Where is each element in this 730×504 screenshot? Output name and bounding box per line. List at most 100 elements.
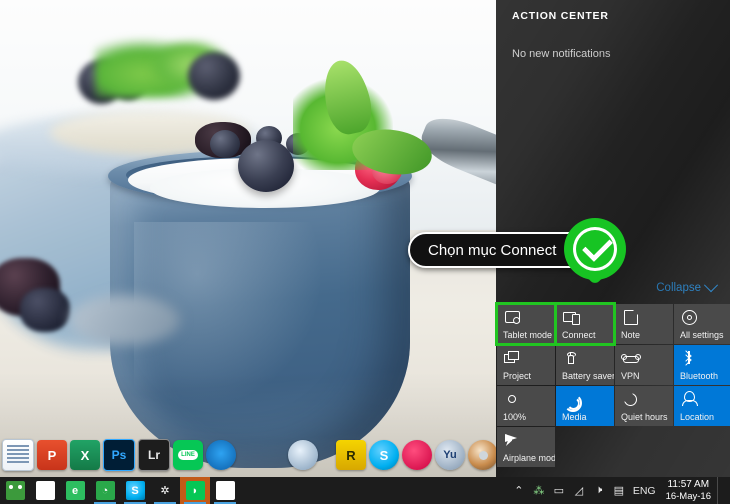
store-icon: ⊞	[35, 481, 55, 500]
language-indicator[interactable]: ENG	[629, 485, 664, 497]
collapse-button[interactable]: Collapse	[656, 278, 719, 294]
dock-icon-lightroom-app[interactable]: Lr	[138, 439, 170, 471]
desktop-screen: P X Ps Lr LINE R S Yu G PDF ACTION CENTE…	[0, 0, 730, 504]
dock-icon-skype-app[interactable]: S	[369, 440, 399, 470]
dock-label-revo: R	[346, 447, 356, 463]
quick-action-label: Airplane mode	[503, 453, 555, 463]
skype-icon: S	[125, 481, 145, 500]
dock-label-photoshop: Ps	[111, 448, 127, 462]
quick-actions-grid: Tablet mode Connect Note All settings Pr…	[495, 302, 730, 467]
quick-action-label: 100%	[503, 412, 527, 422]
quick-action-label: Location	[680, 412, 715, 422]
skype-letter: S	[131, 484, 139, 497]
quick-action-note[interactable]: Note	[615, 304, 673, 344]
taskbar-line-button[interactable]: ◗	[180, 477, 210, 504]
quick-action-all-settings[interactable]: All settings	[674, 304, 730, 344]
word-icon: W	[215, 481, 235, 500]
dock-icon-document-app[interactable]	[2, 439, 34, 471]
quick-action-label: Tablet mode	[503, 330, 553, 340]
wifi-icon[interactable]: ◿	[569, 477, 589, 504]
quick-action-empty-slot	[615, 427, 673, 467]
dock-icon-teamviewer-app[interactable]	[206, 440, 236, 470]
no-notifications-text: No new notifications	[512, 48, 611, 60]
taskbar: ⊞ e ◔ S ✲ ◗ W ⌃ ⁂ ▭ ◿ 🕨 ▤ ENG 11:57 AM 1…	[0, 477, 730, 504]
quick-action-empty-slot	[556, 427, 614, 467]
taskbar-word-button[interactable]: W	[210, 477, 240, 504]
dock-label-line: LINE	[178, 450, 198, 460]
show-desktop-button[interactable]	[717, 477, 724, 504]
location-icon	[681, 391, 698, 407]
airplane-icon	[504, 432, 520, 448]
dock-icon-photoshop-app[interactable]: Ps	[103, 439, 135, 471]
project-icon	[504, 350, 520, 366]
note-icon	[622, 309, 638, 325]
network-share-icon[interactable]: ⁂	[529, 477, 549, 504]
tablet-mode-icon	[504, 309, 520, 325]
quick-action-media[interactable]: Media	[556, 386, 614, 426]
volume-muted-icon[interactable]: 🕨	[589, 477, 609, 504]
connect-icon	[563, 309, 580, 325]
check-circle-marker	[564, 218, 626, 294]
dock-label-skype: S	[379, 447, 389, 463]
quick-action-label: Connect	[562, 330, 596, 340]
dock-label-excel: X	[80, 447, 90, 463]
dock-icon-red-app[interactable]	[402, 440, 432, 470]
bluetooth-icon	[680, 350, 697, 366]
clock[interactable]: 11:57 AM 16-May-16	[664, 479, 717, 503]
quick-action-label: Battery saver	[562, 371, 614, 381]
dock-icon-revo-app[interactable]: R	[336, 440, 366, 470]
quick-action-quiet-hours[interactable]: Quiet hours	[615, 386, 673, 426]
quick-action-label: Media	[562, 412, 587, 422]
taskbar-evernote-button[interactable]: e	[60, 477, 90, 504]
taskbar-apps: ⊞ e ◔ S ✲ ◗ W	[0, 477, 240, 504]
quick-action-label: VPN	[621, 371, 640, 381]
dock-label-powerpoint: P	[47, 447, 57, 463]
taskbar-skype-button[interactable]: S	[120, 477, 150, 504]
taskbar-settings-button[interactable]: ✲	[150, 477, 180, 504]
dock-label-yu: Yu	[443, 449, 457, 461]
quick-action-project[interactable]: Project	[497, 345, 555, 385]
quick-action-label: Project	[503, 371, 532, 381]
clock-time: 11:57 AM	[667, 478, 710, 490]
quick-action-brightness[interactable]: 100%	[497, 386, 555, 426]
quick-action-label: All settings	[680, 330, 724, 340]
dock-label-lightroom: Lr	[148, 448, 160, 462]
quick-action-tablet-mode[interactable]: Tablet mode	[495, 302, 557, 346]
taskbar-start-button[interactable]	[0, 477, 30, 504]
moon-icon	[621, 390, 638, 407]
quick-action-label: Bluetooth	[680, 371, 719, 381]
quick-action-connect[interactable]: Connect	[554, 302, 616, 346]
dock-icon-powerpoint-app[interactable]: P	[37, 440, 67, 470]
quick-action-label: Quiet hours	[621, 412, 668, 422]
quick-action-vpn[interactable]: VPN	[615, 345, 673, 385]
dock-icon-internet-explorer-app[interactable]	[288, 440, 318, 470]
dock-icon-excel-app[interactable]: X	[70, 440, 100, 470]
brightness-icon	[504, 391, 520, 407]
taskbar-unikey-button[interactable]: ◔	[90, 477, 120, 504]
system-tray: ⌃ ⁂ ▭ ◿ 🕨 ▤ ENG 11:57 AM 16-May-16	[509, 477, 730, 504]
quick-action-empty-slot	[674, 427, 730, 467]
quick-action-bluetooth[interactable]: Bluetooth	[674, 345, 730, 385]
clock-date: 16-May-16	[665, 490, 711, 502]
chevron-up-icon[interactable]: ⌃	[509, 477, 529, 504]
gear-icon	[681, 309, 697, 325]
dock-icon-dvd-app[interactable]	[468, 440, 498, 470]
battery-saver-icon	[563, 350, 579, 366]
action-center-title: ACTION CENTER	[512, 10, 609, 22]
line-icon: ◗	[185, 481, 205, 500]
chevron-down-icon	[703, 278, 719, 293]
taskbar-store-button[interactable]: ⊞	[30, 477, 60, 504]
dock-icon-yu-app[interactable]: Yu	[435, 440, 465, 470]
collapse-label: Collapse	[656, 282, 701, 294]
quick-action-location[interactable]: Location	[674, 386, 730, 426]
dock-icon-line-app[interactable]: LINE	[173, 440, 203, 470]
vpn-icon	[621, 350, 641, 366]
battery-icon[interactable]: ▭	[549, 477, 569, 504]
instruction-text: Chọn mục Connect	[428, 241, 557, 259]
action-center-icon[interactable]: ▤	[609, 477, 629, 504]
gear-icon: ✲	[160, 485, 170, 497]
unikey-icon: ◔	[95, 481, 115, 500]
quick-action-airplane-mode[interactable]: Airplane mode	[497, 427, 555, 467]
quick-action-battery-saver[interactable]: Battery saver	[556, 345, 614, 385]
start-icon	[5, 481, 25, 500]
